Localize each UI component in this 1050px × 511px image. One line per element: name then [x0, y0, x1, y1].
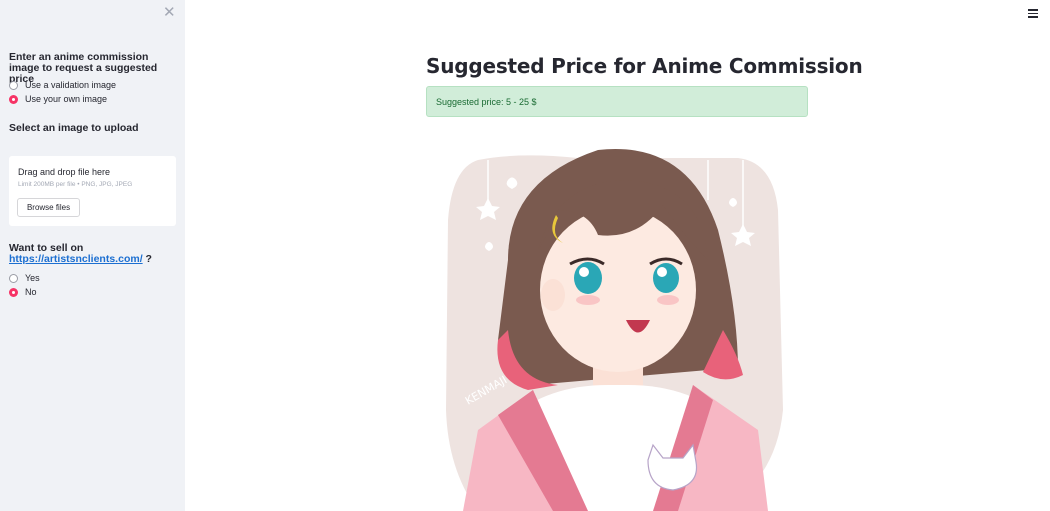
radio-own-image[interactable]: Use your own image [9, 93, 107, 105]
radio-label: Use your own image [25, 94, 108, 104]
radio-sell-yes[interactable]: Yes [9, 272, 40, 284]
sell-heading: Want to sell on https://artistsnclients.… [9, 243, 152, 265]
suggested-price-text: Suggested price: 5 - 25 $ [436, 96, 537, 107]
radio-label: Yes [25, 273, 40, 283]
browse-files-button[interactable]: Browse files [17, 198, 80, 217]
hamburger-menu-icon[interactable] [1028, 9, 1038, 19]
radio-label: No [25, 287, 37, 297]
close-sidebar-button[interactable]: ✕ [163, 4, 176, 21]
anime-girl-illustration: KENMAJI [446, 149, 783, 511]
artistsnclients-link[interactable]: https://artistsnclients.com/ [9, 253, 143, 265]
dropzone-limit-text: Limit 200MB per file • PNG, JPG, JPEG [18, 181, 133, 188]
suggested-price-alert: Suggested price: 5 - 25 $ [426, 86, 808, 117]
radio-button[interactable] [9, 273, 18, 283]
sidebar: ✕ Enter an anime commission image to req… [0, 0, 185, 511]
file-uploader-dropzone[interactable]: Drag and drop file here Limit 200MB per … [9, 156, 176, 226]
sell-heading-suffix: ? [142, 253, 152, 265]
close-icon: ✕ [163, 4, 176, 21]
radio-button-selected[interactable] [9, 287, 18, 297]
radio-validation-image[interactable]: Use a validation image [9, 79, 116, 91]
radio-label: Use a validation image [25, 80, 117, 90]
upload-heading: Select an image to upload [9, 122, 139, 134]
radio-button[interactable] [9, 80, 18, 90]
dropzone-title: Drag and drop file here [18, 167, 111, 177]
radio-button-selected[interactable] [9, 94, 18, 104]
radio-sell-no[interactable]: No [9, 286, 37, 298]
page-title: Suggested Price for Anime Commission [426, 54, 863, 78]
